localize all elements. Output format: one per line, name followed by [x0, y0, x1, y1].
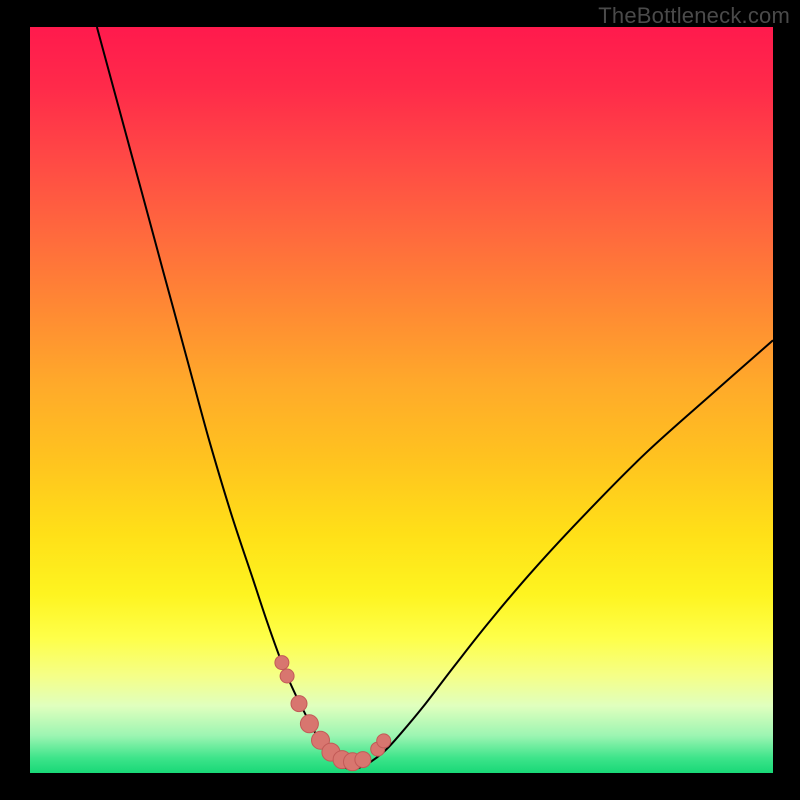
plot-area [30, 27, 773, 773]
marker-dot [291, 696, 307, 712]
watermark-text: TheBottleneck.com [598, 3, 790, 29]
chart-frame: TheBottleneck.com [0, 0, 800, 800]
bottleneck-curve [97, 27, 773, 769]
marker-dot [280, 669, 294, 683]
curve-layer [30, 27, 773, 773]
marker-dot [300, 715, 318, 733]
marker-dot [275, 656, 289, 670]
marker-dot [377, 734, 391, 748]
marker-group [275, 656, 391, 771]
marker-dot [355, 752, 371, 768]
